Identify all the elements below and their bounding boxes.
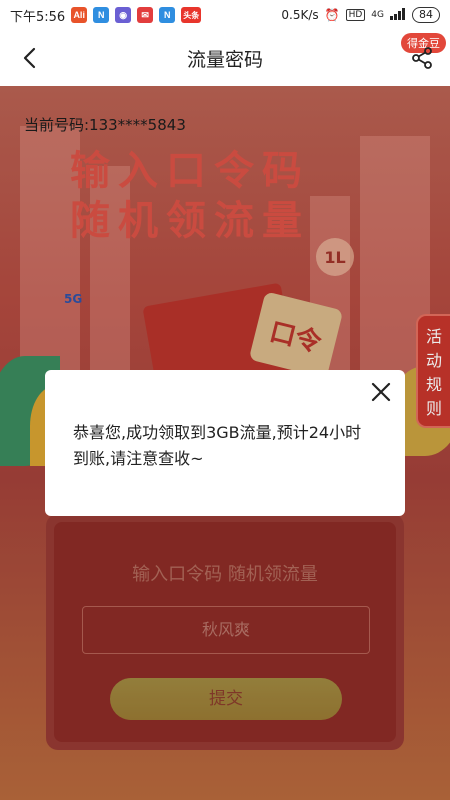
share-icon [412,47,432,69]
status-right: 0.5K/s ⏰ HD 4G 84 [281,7,440,23]
n-app-icon: N [93,7,110,23]
close-icon [371,382,391,402]
status-bar: 下午5:56 Ali N ◉ ✉ N 头条 0.5K/s ⏰ HD 4G 84 [0,0,450,30]
dialog-message: 恭喜您,成功领取到3GB流量,预计24小时到账,请注意查收~ [73,423,362,468]
app-header: 流量密码 得金豆 [0,30,450,86]
close-button[interactable] [369,380,393,404]
share-button[interactable] [410,46,434,70]
alarm-icon: ⏰ [324,8,340,22]
signal-icon [390,7,406,23]
sms-app-icon: ✉ [137,7,154,23]
n-app-icon-2: N [159,7,176,23]
status-left: 下午5:56 Ali N ◉ ✉ N 头条 [10,6,202,25]
success-dialog: 恭喜您,成功领取到3GB流量,预计24小时到账,请注意查收~ [45,370,405,516]
network-label: 4G [371,10,384,20]
net-speed: 0.5K/s [281,8,319,22]
camera-app-icon: ◉ [115,7,132,23]
aliexpress-icon: Ali [71,7,88,23]
status-time: 下午5:56 [10,9,66,25]
toutiao-icon: 头条 [181,7,202,23]
battery-indicator: 84 [412,7,440,23]
page-title: 流量密码 [186,49,263,71]
hd-label: HD [345,9,366,21]
